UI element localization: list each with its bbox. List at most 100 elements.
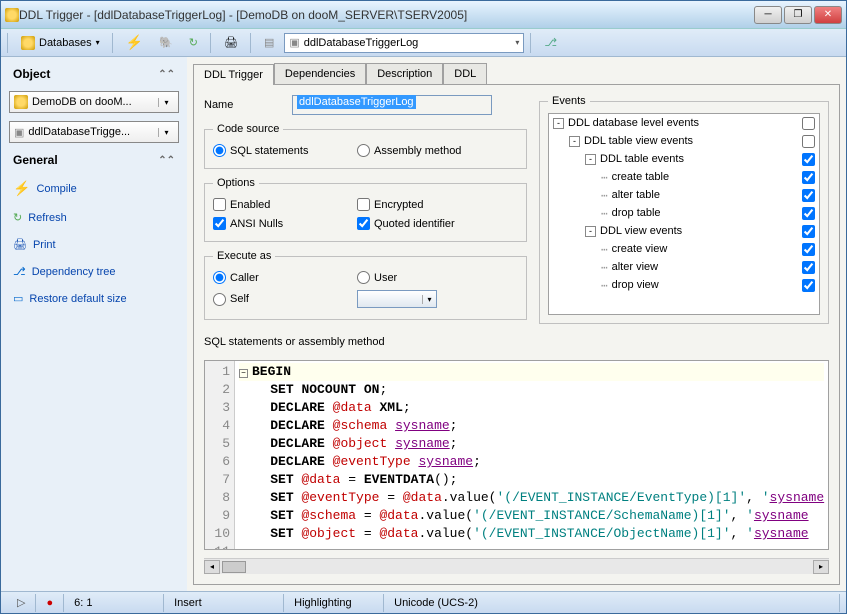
object-combo-value: ddlDatabaseTriggerLog (304, 37, 419, 49)
code-source-group: Code source SQL statements Assembly meth… (204, 123, 527, 169)
print-toolbar-button[interactable]: 🖨 (218, 32, 244, 54)
play-icon: ▷ (17, 596, 25, 609)
dependency-tree-link[interactable]: ⎇Dependency tree (9, 262, 179, 281)
event-label: alter table (612, 189, 802, 201)
dropdown-arrow-icon: ▾ (422, 295, 436, 304)
events-group: Events -DDL database level events-DDL ta… (539, 95, 829, 324)
page-icon: ▤ (264, 36, 274, 49)
event-tree-row[interactable]: ⋯drop view (549, 276, 819, 294)
event-checkbox[interactable] (802, 153, 815, 166)
general-section-header[interactable]: General ⌃⌃ (9, 151, 179, 169)
tree-toggle-icon[interactable]: - (585, 226, 596, 237)
horizontal-scrollbar[interactable]: ◂ ▸ (204, 558, 829, 574)
enabled-checkbox[interactable]: Enabled (213, 198, 333, 211)
assembly-method-radio[interactable]: Assembly method (357, 144, 477, 157)
tab-content: Name ddlDatabaseTriggerLog Code source S… (193, 84, 840, 585)
scroll-right-button[interactable]: ▸ (813, 560, 829, 574)
tab-ddl[interactable]: DDL (443, 63, 487, 84)
print-link[interactable]: 🖨Print (9, 235, 179, 254)
options-group: Options Enabled Encrypted ANSI Nulls Quo… (204, 177, 527, 242)
database-selector[interactable]: DemoDB on dooM... ▾ (9, 91, 179, 113)
minimize-button[interactable]: ─ (754, 6, 782, 24)
encrypted-checkbox[interactable]: Encrypted (357, 198, 477, 211)
dropdown-arrow-icon: ▾ (96, 38, 100, 47)
event-checkbox[interactable] (802, 261, 815, 274)
sql-section-label: SQL statements or assembly method (204, 332, 829, 352)
event-checkbox[interactable] (802, 243, 815, 256)
code-source-legend: Code source (213, 123, 283, 135)
event-checkbox[interactable] (802, 171, 815, 184)
event-tree-row[interactable]: ⋯create table (549, 168, 819, 186)
execute-button[interactable]: ⚡ (120, 32, 149, 54)
scroll-left-button[interactable]: ◂ (204, 560, 220, 574)
event-tree-row[interactable]: ⋯create view (549, 240, 819, 258)
databases-button[interactable]: Databases ▾ (15, 32, 106, 54)
status-play-button[interactable]: ▷ (7, 594, 36, 612)
event-tree-row[interactable]: ⋯alter view (549, 258, 819, 276)
databases-label: Databases (39, 37, 92, 49)
event-checkbox[interactable] (802, 207, 815, 220)
dropdown-arrow-icon: ▾ (515, 38, 519, 47)
toolbar-button-2[interactable]: 🐘 (153, 32, 179, 54)
sql-statements-radio[interactable]: SQL statements (213, 144, 333, 157)
tab-description[interactable]: Description (366, 63, 443, 84)
compile-link[interactable]: ⚡Compile (9, 177, 179, 200)
close-button[interactable]: ✕ (814, 6, 842, 24)
name-input[interactable]: ddlDatabaseTriggerLog (292, 95, 492, 115)
event-checkbox[interactable] (802, 135, 815, 148)
database-selector-value: DemoDB on dooM... (32, 96, 132, 108)
fold-icon[interactable]: − (239, 369, 248, 378)
object-combo[interactable]: ▣ ddlDatabaseTriggerLog ▾ (284, 33, 524, 53)
tree-toggle-icon[interactable]: - (553, 118, 564, 129)
quoted-identifier-checkbox[interactable]: Quoted identifier (357, 217, 477, 230)
event-tree-row[interactable]: -DDL view events (549, 222, 819, 240)
ansi-nulls-checkbox[interactable]: ANSI Nulls (213, 217, 333, 230)
dropdown-arrow-icon: ▾ (158, 128, 174, 137)
event-label: DDL database level events (568, 117, 802, 129)
sidebar: Object ⌃⌃ DemoDB on dooM... ▾ ▣ ddlDatab… (1, 57, 187, 591)
event-checkbox[interactable] (802, 117, 815, 130)
user-radio[interactable]: User (357, 271, 477, 284)
event-checkbox[interactable] (802, 225, 815, 238)
status-record-button[interactable]: ● (36, 594, 64, 612)
event-checkbox[interactable] (802, 189, 815, 202)
elephant-icon: 🐘 (159, 36, 173, 49)
event-tree-row[interactable]: -DDL table events (549, 150, 819, 168)
tree-icon: ⎇ (544, 36, 557, 49)
caller-radio[interactable]: Caller (213, 271, 333, 284)
tab-dependencies[interactable]: Dependencies (274, 63, 366, 84)
refresh-link[interactable]: ↻Refresh (9, 208, 179, 227)
event-tree-row[interactable]: -DDL database level events (549, 114, 819, 132)
events-tree[interactable]: -DDL database level events-DDL table vie… (548, 113, 820, 315)
printer-icon: 🖨 (224, 36, 238, 49)
event-label: DDL view events (600, 225, 802, 237)
toolbar-button-5[interactable]: ▤ (258, 32, 280, 54)
window-controls: ─ ❐ ✕ (754, 6, 842, 24)
execute-as-group: Execute as Caller User Self ▾ (204, 250, 527, 320)
event-tree-row[interactable]: ⋯alter table (549, 186, 819, 204)
trigger-selector[interactable]: ▣ ddlDatabaseTrigge... ▾ (9, 121, 179, 143)
refresh-toolbar-button[interactable]: ↻ (183, 32, 204, 54)
tab-strip: DDL Trigger Dependencies Description DDL (193, 63, 840, 84)
self-radio[interactable]: Self (213, 290, 333, 308)
name-label: Name (204, 99, 284, 111)
tree-toggle-icon[interactable]: - (585, 154, 596, 165)
sql-editor[interactable]: 12345678910111213 −BEGIN SET NOCOUNT ON;… (204, 360, 829, 550)
event-tree-row[interactable]: ⋯drop table (549, 204, 819, 222)
toolbar-button-6[interactable]: ⎇ (538, 32, 563, 54)
restore-size-link[interactable]: ▭Restore default size (9, 289, 179, 308)
cursor-position: 6: 1 (64, 594, 164, 612)
maximize-button[interactable]: ❐ (784, 6, 812, 24)
event-checkbox[interactable] (802, 279, 815, 292)
tree-toggle-icon[interactable]: - (569, 136, 580, 147)
record-icon: ● (46, 597, 53, 609)
event-tree-row[interactable]: -DDL table view events (549, 132, 819, 150)
code-area[interactable]: −BEGIN SET NOCOUNT ON; DECLARE @data XML… (235, 361, 828, 549)
event-label: DDL table events (600, 153, 802, 165)
user-combo[interactable]: ▾ (357, 290, 437, 308)
tab-ddl-trigger[interactable]: DDL Trigger (193, 64, 274, 85)
object-section-header[interactable]: Object ⌃⌃ (9, 65, 179, 83)
database-icon (21, 36, 35, 50)
scroll-thumb[interactable] (222, 561, 246, 573)
bolt-icon: ⚡ (13, 180, 30, 197)
